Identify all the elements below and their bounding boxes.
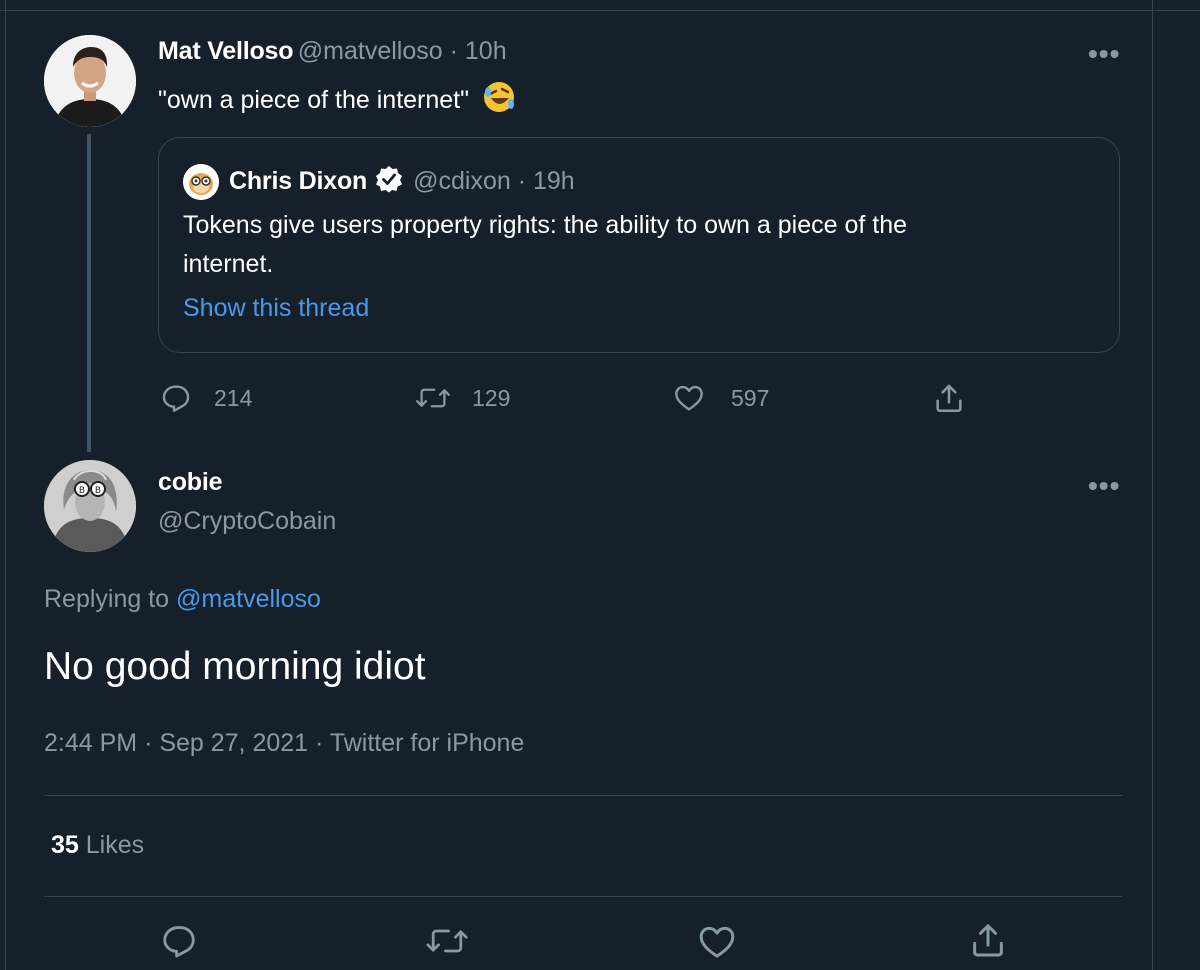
top-border <box>0 10 1200 11</box>
verified-badge-icon <box>375 165 403 198</box>
parent-tweet-text-content: "own a piece of the internet" <box>158 86 469 114</box>
main-author-name[interactable]: cobie <box>158 468 222 497</box>
quote-text-line2: internet. <box>183 250 274 278</box>
parent-author-name[interactable]: Mat Velloso <box>158 37 294 65</box>
more-horizontal-icon[interactable]: ••• <box>1088 40 1120 68</box>
reply-icon <box>160 382 192 414</box>
replying-to-prefix: Replying to <box>44 585 177 613</box>
rofl-emoji-icon <box>482 80 516 121</box>
reply-count: 214 <box>214 384 253 411</box>
main-tweet-text: No good morning idiot <box>44 645 426 688</box>
like-button[interactable]: 597 <box>673 382 769 414</box>
likes-label: Likes <box>85 831 145 859</box>
heart-icon <box>697 922 737 962</box>
chris-dixon-avatar[interactable] <box>183 164 219 200</box>
divider <box>44 795 1122 796</box>
main-reply-button[interactable] <box>160 922 198 960</box>
svg-text:B: B <box>95 486 101 496</box>
mat-velloso-avatar[interactable] <box>44 35 136 127</box>
quote-header: Chris Dixon @cdixon · 19h <box>229 165 575 198</box>
show-thread-link[interactable]: Show this thread <box>183 294 369 323</box>
main-like-button[interactable] <box>697 922 737 962</box>
right-border <box>1152 0 1153 970</box>
divider <box>44 896 1122 897</box>
likes-count: 35 <box>51 831 79 859</box>
reply-icon <box>160 922 198 960</box>
reply-button[interactable]: 214 <box>160 382 252 414</box>
main-share-button[interactable] <box>968 920 1008 960</box>
share-icon <box>968 920 1008 960</box>
likes-stat[interactable]: 35 Likes <box>51 831 144 860</box>
retweet-icon <box>414 382 452 414</box>
replying-to-line: Replying to @matvelloso <box>44 585 321 614</box>
parent-tweet-text: "own a piece of the internet" <box>158 80 516 121</box>
tweet-timestamp-source[interactable]: 2:44 PM · Sep 27, 2021 · Twitter for iPh… <box>44 729 524 758</box>
parent-tweet-header: Mat Velloso @matvelloso · 10h <box>158 37 507 66</box>
retweet-icon <box>424 922 470 960</box>
replying-to-handle-link[interactable]: @matvelloso <box>176 585 321 613</box>
main-retweet-button[interactable] <box>424 922 470 960</box>
thread-connector-line <box>87 134 91 452</box>
retweet-count: 129 <box>472 384 511 411</box>
more-horizontal-icon[interactable]: ••• <box>1088 472 1120 500</box>
like-count: 597 <box>731 384 770 411</box>
retweet-button[interactable]: 129 <box>414 382 510 414</box>
share-icon <box>932 381 966 415</box>
heart-icon <box>673 382 705 414</box>
quote-handle-time[interactable]: @cdixon · 19h <box>413 167 575 196</box>
share-button[interactable] <box>932 381 966 415</box>
quote-author-name[interactable]: Chris Dixon <box>229 167 367 196</box>
cobie-avatar[interactable]: B B <box>44 460 136 552</box>
quote-text-line1: Tokens give users property rights: the a… <box>183 211 907 239</box>
main-author-handle[interactable]: @CryptoCobain <box>158 507 336 536</box>
parent-handle-time[interactable]: @matvelloso · 10h <box>298 37 507 65</box>
left-border <box>5 0 6 970</box>
svg-text:B: B <box>79 486 85 496</box>
